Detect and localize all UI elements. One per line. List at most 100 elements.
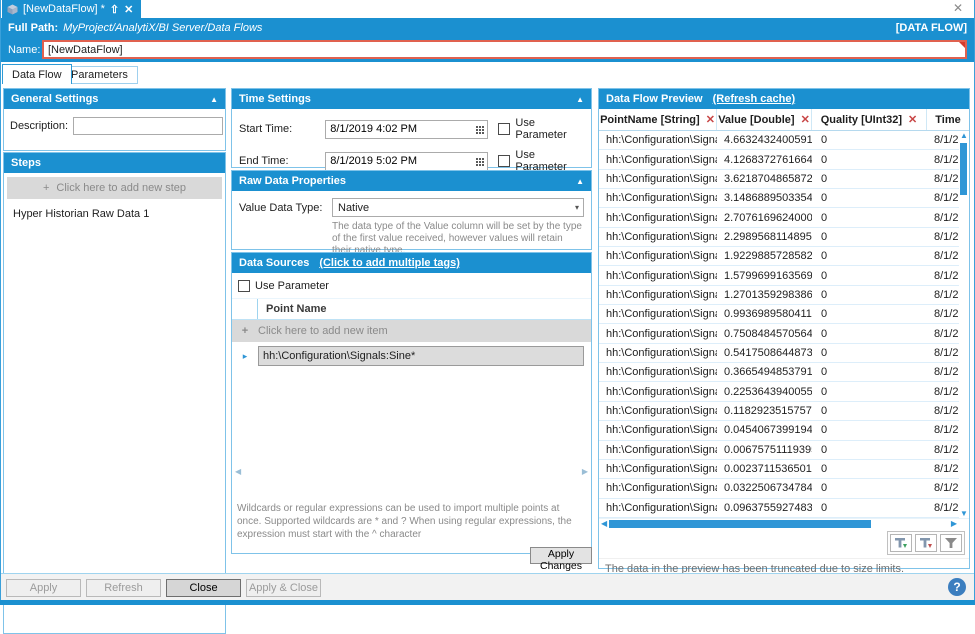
table-row[interactable]: hh:\Configuration\Signals:Sine 4.1268372…: [599, 150, 969, 170]
scroll-left-icon[interactable]: ◀: [235, 467, 241, 477]
item-type-badge: [DATA FLOW]: [895, 21, 967, 34]
scroll-right-icon[interactable]: ▶: [951, 519, 957, 528]
table-row[interactable]: hh:\Configuration\Signals:Sine 4.6632432…: [599, 131, 969, 151]
general-settings-panel: General Settings ▲ Description:: [3, 88, 226, 151]
end-time-input[interactable]: [325, 151, 489, 171]
preview-header: Data Flow Preview (Refresh cache): [599, 89, 969, 109]
cell-quality: 0: [821, 404, 828, 417]
name-input[interactable]: [42, 40, 967, 59]
tab-data-flow[interactable]: Data Flow: [2, 64, 72, 84]
preview-column-headers: PointName [String] ✕ Value [Double] ✕ Qu…: [599, 109, 969, 131]
time-settings-panel: Time Settings ▲ Start Time: Use Paramete…: [231, 88, 592, 173]
start-use-parameter-checkbox[interactable]: [498, 123, 511, 135]
document-tab-newdataflow[interactable]: [NewDataFlow] * ⇧ ✕: [2, 0, 142, 18]
start-time-label: Start Time:: [239, 123, 293, 135]
add-step-button[interactable]: + Click here to add new step: [7, 177, 222, 199]
cell-quality: 0: [821, 424, 828, 437]
table-row[interactable]: hh:\Configuration\Signals:Sine 2.2989568…: [599, 228, 969, 248]
column-value[interactable]: Value [Double] ✕: [717, 109, 812, 130]
description-input[interactable]: [73, 117, 224, 135]
table-row[interactable]: hh:\Configuration\Signals:Sine 1.5799699…: [599, 266, 969, 286]
preview-vscrollbar[interactable]: ▲ ▼: [959, 131, 969, 518]
column-pointname-label: PointName [String]: [600, 113, 700, 126]
remove-column-icon[interactable]: ✕: [706, 113, 715, 126]
column-quality-label: Quality [UInt32]: [820, 113, 903, 126]
refresh-cache-link[interactable]: (Refresh cache): [713, 93, 796, 105]
table-row[interactable]: hh:\Configuration\Signals:Sine 0.3665494…: [599, 363, 969, 383]
table-row[interactable]: hh:\Configuration\Signals:Sine 0.0023711…: [599, 460, 969, 480]
cell-quality: 0: [821, 192, 828, 205]
table-row[interactable]: hh:\Configuration\Signals:Sine 0.2253643…: [599, 382, 969, 402]
table-row[interactable]: hh:\Configuration\Signals:Sine 0.0322506…: [599, 479, 969, 499]
add-multiple-tags-link[interactable]: (Click to add multiple tags): [319, 257, 460, 269]
cell-pointname: hh:\Configuration\Signals:Sine: [606, 172, 717, 185]
scroll-left-icon[interactable]: ◀: [601, 519, 607, 528]
cell-quality: 0: [821, 211, 828, 224]
value-data-type-select[interactable]: Native ▾: [332, 198, 584, 217]
close-button[interactable]: Close: [166, 579, 241, 597]
table-row[interactable]: hh:\Configuration\Signals:Sine 3.6218704…: [599, 170, 969, 190]
cell-quality: 0: [821, 230, 828, 243]
cell-pointname: hh:\Configuration\Signals:Sine: [606, 366, 717, 379]
window-close-icon[interactable]: ✕: [953, 1, 963, 15]
pivot-add-button[interactable]: [890, 534, 912, 552]
scroll-up-icon[interactable]: ▲: [960, 131, 968, 140]
add-step-label: Click here to add new step: [56, 182, 187, 194]
column-timestamp[interactable]: Time: [927, 109, 969, 130]
vscroll-thumb[interactable]: [960, 143, 967, 195]
dataflow-cube-icon: [7, 4, 18, 15]
column-quality[interactable]: Quality [UInt32] ✕: [812, 109, 927, 130]
date-picker-icon[interactable]: [476, 157, 485, 166]
cell-value: 4.66324324005918: [724, 134, 812, 147]
remove-column-icon[interactable]: ✕: [908, 113, 917, 126]
remove-column-icon[interactable]: ✕: [801, 113, 810, 126]
table-row[interactable]: hh:\Configuration\Signals:Sine 0.0963755…: [599, 499, 969, 518]
collapse-icon[interactable]: ▲: [210, 95, 218, 104]
apply-changes-button[interactable]: Apply Changes: [530, 547, 592, 572]
add-point-button[interactable]: + Click here to add new item: [232, 320, 591, 342]
table-row[interactable]: hh:\Configuration\Signals:Sine 1.9229885…: [599, 247, 969, 267]
navigate-up-icon[interactable]: ⇧: [110, 3, 119, 16]
table-row[interactable]: hh:\Configuration\Signals:Sine 0.0067575…: [599, 441, 969, 460]
date-picker-icon[interactable]: [476, 125, 485, 134]
table-row[interactable]: hh:\Configuration\Signals:Sine 0.5417508…: [599, 344, 969, 364]
content-area: General Settings ▲ Description: Steps + …: [0, 84, 975, 634]
table-row[interactable]: hh:\Configuration\Signals:Sine 0.0454067…: [599, 421, 969, 441]
filter-button[interactable]: [940, 534, 962, 552]
cell-quality: 0: [821, 308, 828, 321]
table-row[interactable]: hh:\Configuration\Signals:Sine 0.1182923…: [599, 402, 969, 422]
table-row[interactable]: hh:\Configuration\Signals:Sine 3.1486889…: [599, 189, 969, 209]
table-row[interactable]: hh:\Configuration\Signals:Sine 2.7076169…: [599, 208, 969, 228]
points-hscrollbar[interactable]: ◀ ▶: [235, 467, 588, 477]
table-row[interactable]: hh:\Configuration\Signals:Sine 0.9936989…: [599, 305, 969, 325]
cell-quality: 0: [821, 153, 828, 166]
start-time-input[interactable]: [325, 119, 489, 139]
point-name-input[interactable]: hh:\Configuration\Signals:Sine*: [258, 346, 584, 366]
step-item[interactable]: Hyper Historian Raw Data 1: [4, 199, 225, 229]
help-icon[interactable]: ?: [948, 578, 966, 596]
hscroll-thumb[interactable]: [609, 520, 871, 528]
column-timestamp-label: Time: [935, 113, 961, 126]
row-expander-icon[interactable]: ▸: [232, 351, 258, 362]
table-row[interactable]: hh:\Configuration\Signals:Sine 0.7508484…: [599, 324, 969, 344]
apply-and-close-button[interactable]: Apply & Close: [246, 579, 321, 597]
cell-value: 0.0454067399194145: [724, 424, 812, 437]
refresh-button[interactable]: Refresh: [86, 579, 161, 597]
collapse-icon[interactable]: ▲: [576, 177, 584, 186]
steps-header: Steps: [4, 153, 225, 173]
point-row: ▸ hh:\Configuration\Signals:Sine*: [232, 346, 591, 366]
page-tabs: Data Flow Parameters: [0, 62, 975, 84]
tab-parameters[interactable]: Parameters: [61, 66, 138, 84]
sources-use-parameter-checkbox[interactable]: [238, 280, 250, 292]
end-use-parameter-checkbox[interactable]: [498, 155, 511, 167]
column-pointname[interactable]: PointName [String] ✕: [599, 109, 717, 130]
scroll-right-icon[interactable]: ▶: [582, 467, 588, 477]
preview-hscrollbar[interactable]: ◀ ▶: [599, 518, 969, 528]
tab-close-icon[interactable]: ✕: [124, 3, 133, 16]
pivot-remove-button[interactable]: [915, 534, 937, 552]
apply-button[interactable]: Apply: [6, 579, 81, 597]
collapse-icon[interactable]: ▲: [576, 95, 584, 104]
plus-icon: +: [241, 325, 249, 337]
scroll-down-icon[interactable]: ▼: [960, 509, 968, 518]
table-row[interactable]: hh:\Configuration\Signals:Sine 1.2701359…: [599, 286, 969, 306]
